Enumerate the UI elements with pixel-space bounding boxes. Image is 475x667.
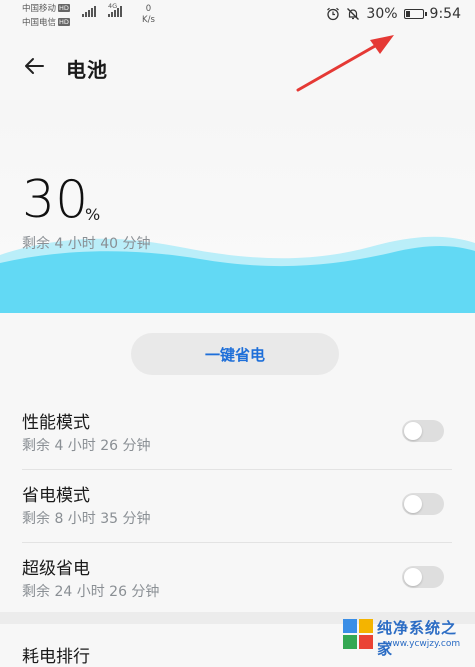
battery-percent-text: 30%: [366, 6, 398, 22]
performance-mode-row[interactable]: 性能模式 剩余 4 小时 26 分钟: [22, 398, 452, 470]
performance-mode-remaining: 剩余 4 小时 26 分钟: [22, 438, 151, 454]
watermark-url: www.ycwjzy.com: [385, 639, 461, 649]
one-key-power-save-button[interactable]: 一键省电: [131, 333, 339, 375]
back-button[interactable]: [22, 54, 46, 78]
alarm-icon: [327, 7, 340, 21]
ultra-power-saving-label: 超级省电: [22, 559, 90, 579]
ultra-power-saving-row[interactable]: 超级省电 剩余 24 小时 26 分钟: [22, 544, 452, 616]
carrier-1-name: 中国移动: [22, 4, 57, 14]
divider: [22, 469, 452, 470]
divider: [22, 542, 452, 543]
battery-percent: 30: [22, 170, 89, 230]
page-title: 电池: [66, 58, 108, 82]
battery-percent-unit: %: [85, 205, 101, 224]
carrier-2: 中国电信 HD: [22, 18, 70, 28]
carrier-1: 中国移动 HD: [22, 4, 70, 14]
signal-icon: [82, 6, 96, 17]
battery-icon: [403, 9, 427, 19]
carrier-2-name: 中国电信: [22, 18, 57, 28]
watermark-logo-icon: [343, 619, 373, 649]
ultra-power-saving-toggle[interactable]: [402, 566, 444, 588]
net-type-label: 4G: [108, 2, 118, 10]
net-speed: 0 K/s: [142, 4, 155, 26]
net-speed-value: 0: [145, 4, 152, 14]
arrow-left-icon: [25, 58, 44, 74]
battery-panel: 30 % 剩余 4 小时 40 分钟: [0, 100, 475, 313]
status-bar: 中国移动 HD 中国电信 HD 4G 0 K/s 30% 9:54: [0, 0, 475, 36]
power-saving-mode-label: 省电模式: [22, 486, 90, 506]
clock-time: 9:54: [429, 6, 461, 22]
battery-remaining-time: 剩余 4 小时 40 分钟: [22, 236, 151, 252]
power-saving-mode-remaining: 剩余 8 小时 35 分钟: [22, 511, 151, 527]
hd-badge: HD: [58, 4, 70, 12]
signal-icon: 4G: [108, 2, 122, 17]
watermark: 纯净系统之家 www.ycwjzy.com: [337, 609, 469, 659]
power-saving-mode-row[interactable]: 省电模式 剩余 8 小时 35 分钟: [22, 471, 452, 543]
hd-badge: HD: [58, 18, 70, 26]
watermark-name: 纯净系统之家: [377, 619, 458, 658]
mute-bell-icon: [347, 8, 360, 20]
performance-mode-toggle[interactable]: [402, 420, 444, 442]
performance-mode-label: 性能模式: [22, 413, 90, 433]
ultra-power-saving-remaining: 剩余 24 小时 26 分钟: [22, 584, 160, 600]
status-right: 30% 9:54: [326, 6, 461, 22]
power-consumption-ranking-item[interactable]: 耗电排行: [22, 642, 90, 667]
power-saving-mode-toggle[interactable]: [402, 493, 444, 515]
app-header: 电池: [0, 36, 475, 100]
net-speed-unit: K/s: [142, 15, 155, 25]
